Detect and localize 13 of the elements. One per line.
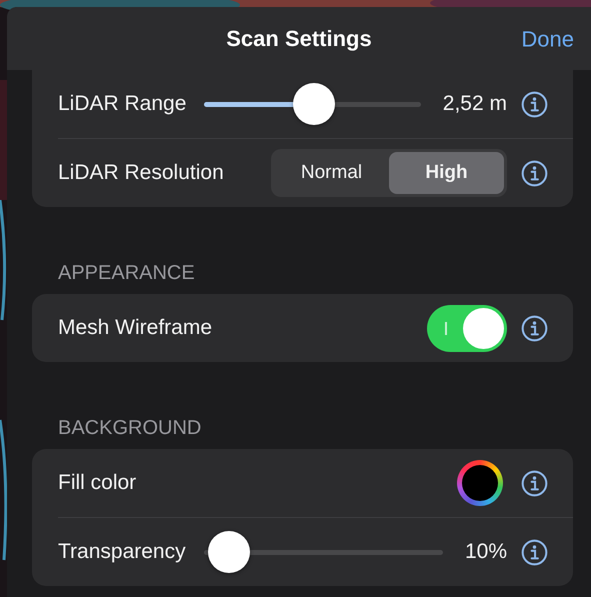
value-text: 2,52 m — [442, 91, 507, 118]
setting-label: Transparency — [58, 539, 186, 566]
setting-label: Mesh Wireframe — [58, 315, 212, 342]
setting-label: LiDAR Range — [58, 91, 186, 118]
screen-title: Scan Settings — [226, 25, 372, 53]
value-text: 10% — [464, 539, 507, 566]
setting-label: Fill color — [58, 470, 136, 496]
done-button[interactable]: Done — [521, 22, 574, 55]
section-heading: APPEARANCE — [58, 263, 196, 283]
segment-option[interactable]: Normal — [274, 152, 389, 194]
setting-label: LiDAR Resolution — [58, 160, 224, 186]
section-heading: BACKGROUND — [58, 418, 202, 438]
segment-option[interactable]: High — [389, 152, 504, 194]
